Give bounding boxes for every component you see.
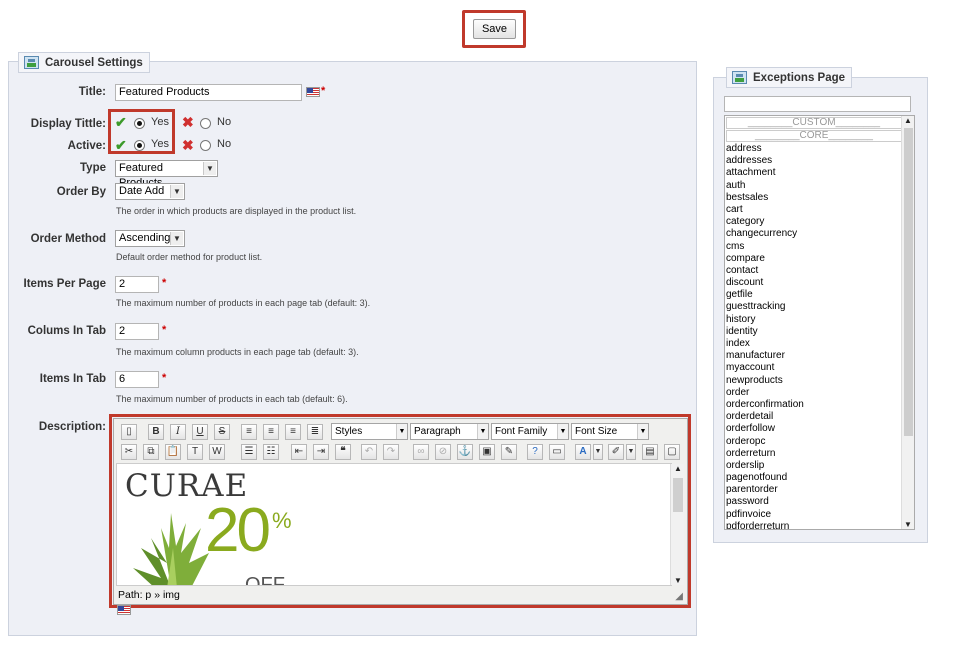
required-mark: * [162,372,167,384]
exception-option[interactable]: cart [725,204,914,216]
exception-option[interactable]: pagenotfound [725,472,914,484]
exception-option[interactable]: manufacturer [725,350,914,362]
order-method-help: Default order method for product list. [116,252,263,262]
exception-option[interactable]: compare [725,253,914,265]
order-by-label: Order By [56,186,106,198]
active-no-radio[interactable] [200,140,211,151]
chevron-up-icon[interactable]: ▲ [904,116,912,125]
cross-icon: ✖ [182,137,194,153]
exception-option[interactable]: getfile [725,289,914,301]
order-by-value: Date Add [119,185,165,197]
exceptions-scrollbar[interactable]: ▲ ▼ [901,116,914,529]
exception-option[interactable]: cms [725,241,914,253]
settings-icon [732,71,747,84]
title-label: Title: [78,86,106,98]
items-per-page-input[interactable]: 2 [115,276,159,293]
exception-option[interactable]: password [725,496,914,508]
order-by-help: The order in which products are displaye… [116,206,357,216]
items-in-tab-input[interactable]: 6 [115,371,159,388]
order-method-value: Ascending [119,232,171,244]
scroll-thumb[interactable] [904,128,913,436]
exception-option[interactable]: guesttracking [725,301,914,313]
exception-option[interactable]: orderreturn [725,448,914,460]
custom-header-text: CUSTOM [792,117,836,128]
exceptions-legend: Exceptions Page [726,67,853,88]
exception-option[interactable]: pdforderreturn [725,521,914,529]
exception-option[interactable]: category [725,216,914,228]
radio-highlight [108,109,175,154]
required-mark: * [162,324,167,336]
legend-text: Carousel Settings [45,57,143,69]
flag-us-icon[interactable] [306,87,320,97]
chevron-down-icon[interactable]: ▼ [904,520,912,529]
cross-icon: ✖ [182,114,194,130]
exception-option[interactable]: newproducts [725,375,914,387]
exception-option[interactable]: attachment [725,167,914,179]
exception-option[interactable]: orderdetail [725,411,914,423]
save-button[interactable]: Save [473,19,516,39]
exception-option[interactable]: orderslip [725,460,914,472]
type-select[interactable]: Featured Products ▼ [115,160,218,189]
exception-option[interactable]: orderfollow [725,423,914,435]
exception-option[interactable]: bestsales [725,192,914,204]
exception-option[interactable]: parentorder [725,484,914,496]
flag-us-icon[interactable] [117,605,131,615]
items-per-page-help: The maximum number of products in each p… [116,298,371,308]
chevron-down-icon: ▼ [170,232,183,245]
exception-option[interactable]: history [725,314,914,326]
exceptions-list[interactable]: ________CUSTOM________ ________CORE_____… [724,115,915,530]
exception-option[interactable]: index [725,338,914,350]
colums-in-tab-input[interactable]: 2 [115,323,159,340]
legend-text: Exceptions Page [753,72,846,84]
custom-group-header: ________CUSTOM________ [726,117,902,129]
carousel-settings-legend: Carousel Settings [18,52,150,73]
exception-option[interactable]: order [725,387,914,399]
order-by-select[interactable]: Date Add ▼ [115,183,185,200]
core-header-text: CORE [799,130,829,141]
active-no-label: No [217,138,232,150]
required-mark: * [321,85,326,97]
colums-in-tab-label: Colums In Tab [27,325,106,337]
chevron-down-icon: ▼ [203,162,216,175]
required-mark: * [162,277,167,289]
exception-option[interactable]: addresses [725,155,914,167]
exception-option[interactable]: pdfinvoice [725,509,914,521]
type-label: Type [80,162,106,174]
display-title-label: Display Tittle: [30,118,106,130]
exception-option[interactable]: address [725,143,914,155]
items-in-tab-help: The maximum number of products in each t… [116,394,348,404]
active-label: Active: [67,140,106,152]
items-in-tab-label: Items In Tab [39,373,106,385]
order-method-select[interactable]: Ascending ▼ [115,230,185,247]
chevron-down-icon: ▼ [170,185,183,198]
exception-option[interactable]: orderconfirmation [725,399,914,411]
exception-option[interactable]: changecurrency [725,228,914,240]
order-method-label: Order Method [30,233,106,245]
exception-option[interactable]: identity [725,326,914,338]
display-title-no-radio[interactable] [200,118,211,129]
display-title-no-label: No [217,116,232,128]
exceptions-filter-input[interactable] [724,96,911,112]
exceptions-items: address addresses attachment auth bestsales c… [725,143,914,529]
title-input[interactable]: Featured Products [115,84,302,101]
exception-option[interactable]: discount [725,277,914,289]
editor-highlight [109,414,691,608]
items-per-page-label: Items Per Page [23,278,106,290]
exception-option[interactable]: auth [725,180,914,192]
exception-option[interactable]: myaccount [725,362,914,374]
exception-option[interactable]: contact [725,265,914,277]
colums-in-tab-help: The maximum column products in each page… [116,347,359,357]
core-group-header: ________CORE________ [726,130,902,142]
settings-icon [24,56,39,69]
description-label: Description: [38,421,106,433]
exception-option[interactable]: orderopc [725,436,914,448]
save-highlight: Save [462,10,526,48]
